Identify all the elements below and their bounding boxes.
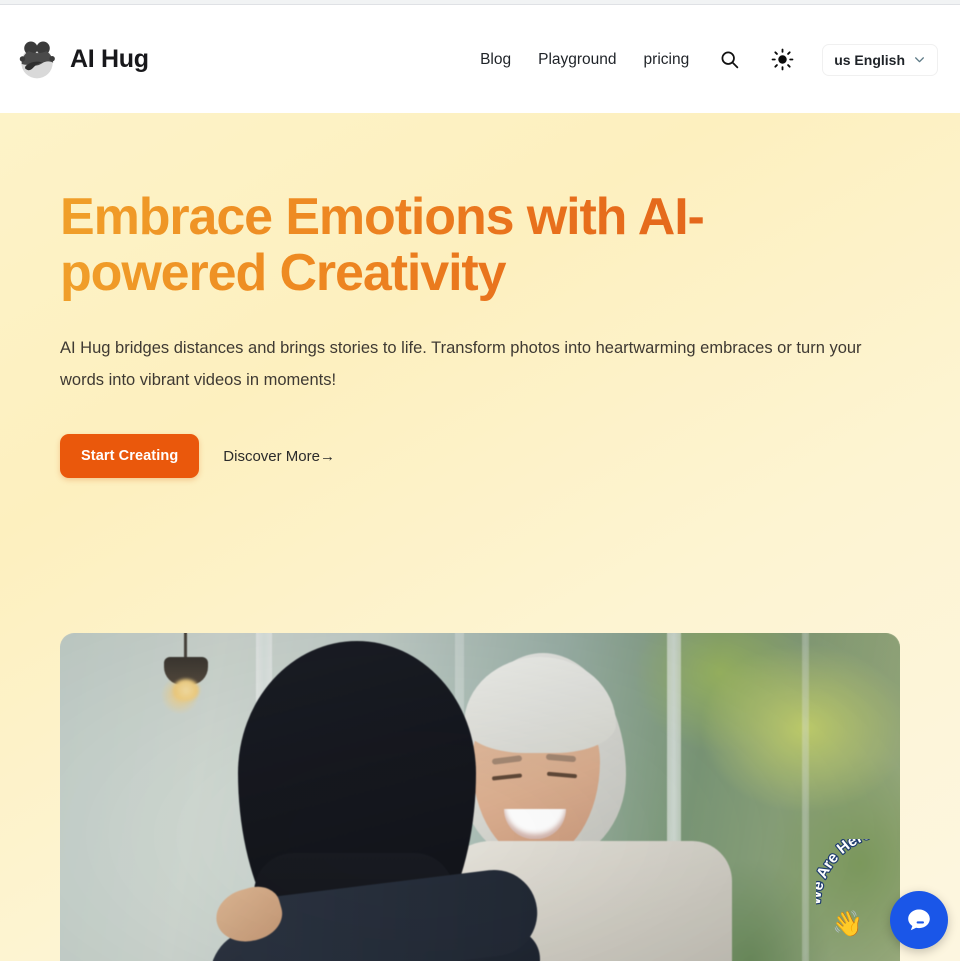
chevron-down-icon	[915, 57, 924, 63]
waving-hand-icon: 👋	[832, 910, 864, 938]
photo-vignette	[60, 633, 900, 961]
page-root: AI Hug Blog Playground pricing us Englis…	[0, 0, 960, 961]
hero-actions: Start Creating Discover More→	[60, 434, 900, 478]
hero-section: Embrace Emotions with AI-powered Creativ…	[0, 113, 960, 961]
start-creating-button[interactable]: Start Creating	[60, 434, 200, 478]
browser-chrome-strip	[0, 0, 960, 5]
language-selector-label: us English	[834, 51, 905, 68]
chat-open-button[interactable]	[890, 891, 948, 949]
site-header: AI Hug Blog Playground pricing us Englis…	[0, 6, 960, 113]
sun-icon	[771, 48, 794, 71]
svg-text:We Are Here!: We Are Here!	[816, 839, 878, 906]
chat-widget: We Are Here! 👋	[812, 839, 948, 949]
search-icon	[721, 51, 738, 69]
hug-logo-icon	[19, 41, 55, 78]
nav-link-playground[interactable]: Playground	[538, 51, 616, 69]
hero-content: Embrace Emotions with AI-powered Creativ…	[0, 113, 960, 478]
hero-subtitle: AI Hug bridges distances and brings stor…	[60, 339, 862, 389]
chat-bubble-icon	[908, 909, 930, 931]
brand-logo-link[interactable]: AI Hug	[16, 39, 149, 81]
theme-toggle-button[interactable]	[769, 47, 795, 73]
brand-name: AI Hug	[70, 45, 149, 73]
language-selector[interactable]: us English	[822, 43, 938, 76]
nav-link-blog[interactable]: Blog	[480, 51, 511, 69]
chat-bubble-text-label: We Are Here!	[816, 839, 879, 907]
primary-navigation: Blog Playground pricing us English	[480, 43, 938, 76]
search-button[interactable]	[716, 47, 742, 73]
hero-photo-backdrop	[60, 633, 900, 961]
page-title: Embrace Emotions with AI-powered Creativ…	[60, 189, 820, 301]
hero-image	[60, 633, 900, 961]
discover-more-link[interactable]: Discover More→	[223, 448, 335, 465]
nav-link-pricing[interactable]: pricing	[644, 51, 690, 69]
